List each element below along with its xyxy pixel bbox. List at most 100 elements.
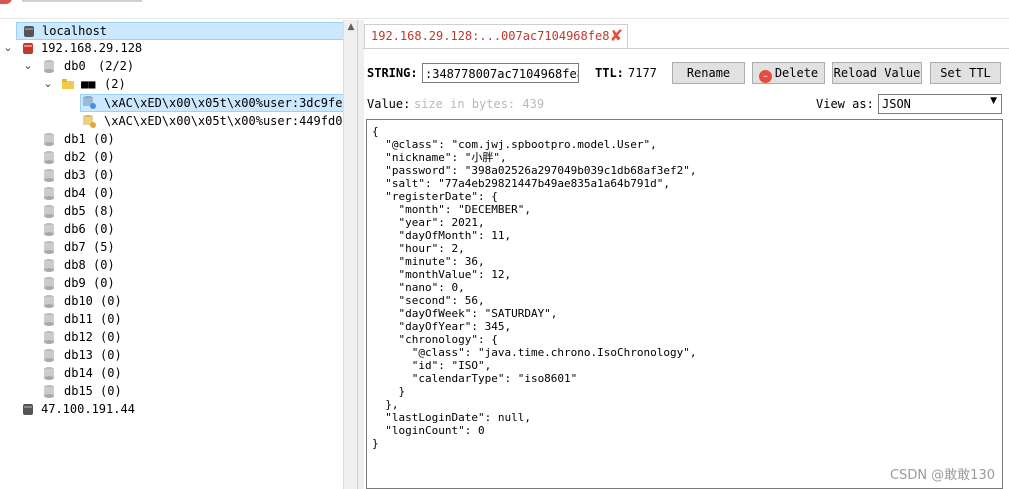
db-count: (0) [93,168,115,182]
tree-db-item[interactable]: db12 (0) [0,328,340,346]
tree-db0[interactable]: ⌄ db0 (2/2) [0,57,340,75]
db-count: (0) [93,132,115,146]
delete-button[interactable]: – Delete [752,62,825,84]
db-name: db8 [64,258,86,272]
tree-db-item[interactable]: db13 (0) [0,346,340,364]
close-icon[interactable]: ✘ [610,27,623,45]
database-icon [44,367,54,380]
tree-db-item[interactable]: db10 (0) [0,292,340,310]
database-icon [44,133,54,146]
tree-db-item[interactable]: db5 (8) [0,202,340,220]
database-icon [44,60,54,73]
value-label: Value: [367,97,411,111]
db-count: (0) [100,312,122,326]
db-name: db9 [64,276,86,290]
database-icon [44,205,54,218]
folder-count: (2) [104,77,126,91]
scroll-up-icon[interactable]: ▲ [344,22,358,32]
server-icon [23,43,33,54]
delete-label: Delete [774,66,819,80]
tree-db-item[interactable]: db4 (0) [0,184,340,202]
value-content[interactable]: { "@class": "com.jwj.spbootpro.model.Use… [372,125,697,450]
tree-db-item[interactable]: db9 (0) [0,274,340,292]
db-name: db11 [64,312,93,326]
key-label: \xAC\xED\x00\x05t\x00%user:449fd0e [104,114,350,128]
key-icon [83,115,96,128]
tree-server-192-168-29-128[interactable]: ⌄ 192.168.29.128 [0,39,340,57]
database-icon [44,331,54,344]
tree-db-item[interactable]: db15 (0) [0,382,340,400]
top-strip [0,0,1009,19]
folder-icon [62,79,74,89]
watermark: CSDN @敢敢130 [889,468,995,483]
tree-server-label: 192.168.29.128 [41,41,143,55]
connection-tree: localhost ⌄ 192.168.29.128 ⌄ db0 (2/2) ⌄… [0,20,350,489]
key-name-value: :348778007ac7104968fe8 [425,67,579,81]
tree-key-item[interactable]: \xAC\xED\x00\x05t\x00%user:449fd0e [80,112,350,130]
tree-db-item[interactable]: db11 (0) [0,310,340,328]
db-name: db4 [64,186,86,200]
db-count: (0) [93,276,115,290]
reload-label: Reload Value [833,66,921,80]
app-logo-icon [0,0,12,4]
tree-db-item[interactable]: db7 (5) [0,238,340,256]
tree-db-item[interactable]: db6 (0) [0,220,340,238]
view-as-value: JSON [882,97,911,111]
tree-db-item[interactable]: db14 (0) [0,364,340,382]
database-icon [44,349,54,362]
chevron-down-icon[interactable]: ⌄ [2,39,14,57]
db-name: db13 [64,348,93,362]
view-as-label: View as: [816,97,874,111]
tree-db-item[interactable]: db3 (0) [0,166,340,184]
rename-label: Rename [686,66,731,80]
server-icon [23,404,33,415]
chevron-down-icon[interactable]: ⌄ [22,57,34,75]
database-icon [44,169,54,182]
db-count: (8) [93,204,115,218]
db-name: db15 [64,384,93,398]
db-name: db0 [64,59,86,73]
db-count: (0) [93,258,115,272]
db-name: db10 [64,294,93,308]
tree-namespace-folder[interactable]: ⌄ ■■ (2) [0,75,340,93]
tab-underline [363,48,1009,49]
menu-fragment [22,0,142,2]
value-size-hint: size in bytes: 439 [414,97,545,111]
db-name: db2 [64,150,86,164]
db-count: (2/2) [98,59,135,73]
tree-server-47-100-191-44[interactable]: 47.100.191.44 [0,400,340,418]
db-count: (0) [100,330,122,344]
db-name: db1 [64,132,86,146]
rename-button[interactable]: Rename [672,62,745,84]
tree-server-localhost[interactable]: localhost [16,22,344,40]
view-as-select[interactable]: JSON ▼ [878,94,1002,114]
tree-scrollbar[interactable]: ▲ [343,20,358,489]
tree-server-label: localhost [42,24,108,38]
database-icon [44,187,54,200]
key-name-field[interactable]: :348778007ac7104968fe8 [422,63,579,83]
set-ttl-label: Set TTL [940,66,991,80]
tree-key-item-selected[interactable]: \xAC\xED\x00\x05t\x00%user:3dc9fe4 [80,94,350,112]
tree-db-item[interactable]: db1 (0) [0,130,340,148]
db-count: (5) [93,240,115,254]
tree-db-item[interactable]: db2 (0) [0,148,340,166]
db-name: db3 [64,168,86,182]
reload-value-button[interactable]: Reload Value [832,62,922,84]
database-icon [44,385,54,398]
key-icon [83,96,96,109]
db-name: db14 [64,366,93,380]
tree-db-item[interactable]: db8 (0) [0,256,340,274]
db-count: (0) [100,366,122,380]
set-ttl-button[interactable]: Set TTL [930,62,1001,84]
tab-key-value[interactable]: 192.168.29.128:...007ac7104968fe8 ✘ [364,24,628,49]
pane-splitter[interactable] [357,20,364,489]
value-editor[interactable]: { "@class": "com.jwj.spbootpro.model.Use… [366,119,1003,489]
database-icon [44,241,54,254]
type-label: STRING: [367,66,418,80]
chevron-down-icon[interactable]: ⌄ [42,75,54,93]
server-icon [24,26,34,37]
chevron-down-icon: ▼ [990,96,997,106]
db-count: (0) [93,150,115,164]
db-name: db5 [64,204,86,218]
db-count: (0) [100,384,122,398]
